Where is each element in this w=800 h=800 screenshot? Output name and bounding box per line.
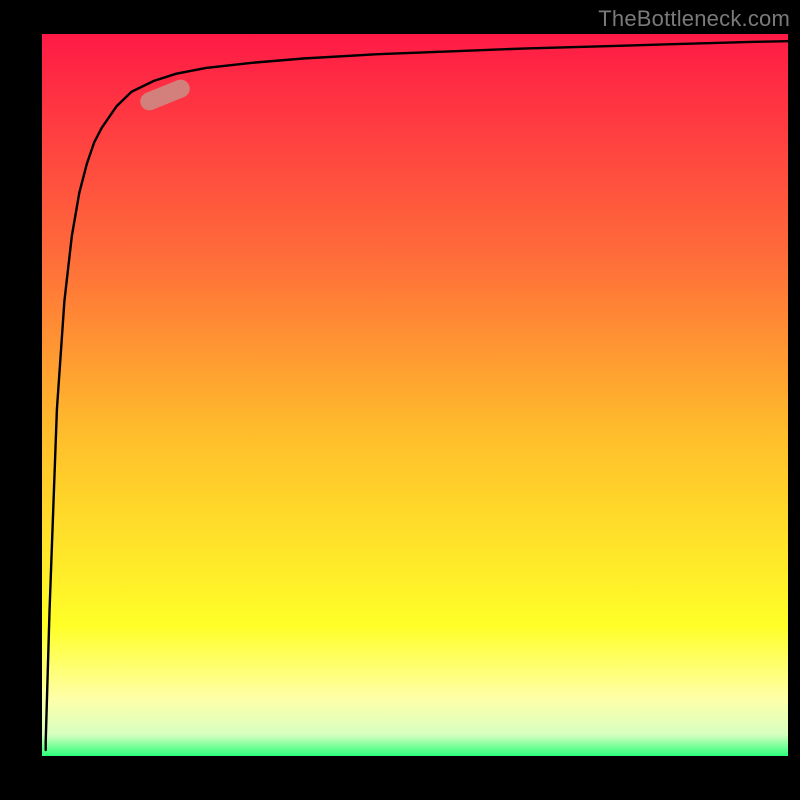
chart-container: TheBottleneck.com [0, 0, 800, 800]
plot-area [42, 34, 788, 756]
watermark-label: TheBottleneck.com [598, 6, 790, 32]
curve-line [42, 34, 788, 756]
